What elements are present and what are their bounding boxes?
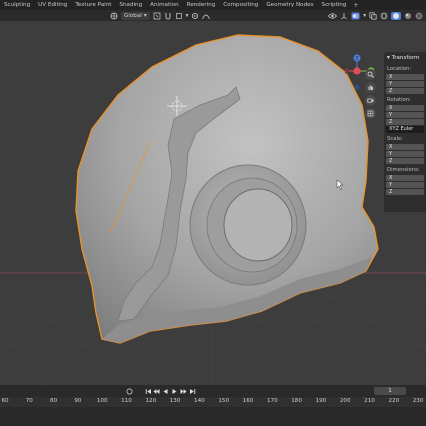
viewport-gizmos-icon[interactable] (340, 12, 348, 20)
tab-shading[interactable]: Shading (115, 0, 146, 10)
current-frame-field[interactable]: 1 (374, 387, 406, 395)
snap-icon[interactable] (164, 12, 172, 20)
dimensions-label: Dimensions: (387, 167, 420, 173)
frame-tick-label: 90 (74, 398, 82, 404)
overlays-icon[interactable] (351, 12, 360, 20)
3d-viewport[interactable]: Z Y ▾ Transform Location: X Y Z Rotation… (0, 21, 426, 385)
frame-tick-label: 70 (25, 398, 33, 404)
tab-compositing[interactable]: Compositing (219, 0, 262, 10)
shading-wireframe-icon[interactable] (380, 12, 388, 20)
chevron-down-icon: ▾ (143, 12, 147, 19)
frame-tick-label: 210 (364, 398, 375, 404)
xray-icon[interactable] (369, 11, 377, 20)
scale-label: Scale: (387, 136, 404, 142)
frame-tick-label: 80 (50, 398, 58, 404)
jump-keyframe-back-icon[interactable] (153, 387, 160, 395)
zoom-icon[interactable] (365, 69, 376, 80)
scale-x-field[interactable]: X (386, 144, 424, 150)
jump-keyframe-forward-icon[interactable] (180, 387, 187, 395)
rotation-y-field[interactable]: Y (386, 112, 424, 118)
snap-target-icon[interactable] (175, 12, 183, 20)
camera-view-icon[interactable] (365, 95, 376, 106)
chevron-down-icon[interactable]: ▾ (363, 12, 366, 20)
jump-start-icon[interactable] (145, 387, 152, 395)
helmet-mesh (75, 34, 379, 344)
play-reverse-icon[interactable] (162, 387, 169, 395)
z-axis-label: Z (355, 56, 358, 62)
timeline-editor: 1 60 70 80 90 100 110 120 130 140 150 160 170 180 190… (0, 385, 426, 426)
shading-rendered-icon[interactable] (415, 12, 423, 20)
frame-tick-label: 120 (145, 398, 157, 404)
frame-tick-label: 180 (291, 398, 302, 404)
side-disc-inner (223, 188, 293, 262)
workspace-tab-bar: Sculpting UV Editing Texture Paint Shadi… (0, 0, 426, 10)
frame-tick-label: 200 (339, 398, 351, 404)
perspective-grid-icon[interactable] (365, 108, 376, 119)
frame-tick-label: 130 (169, 398, 181, 404)
transform-sidebar: ▾ Transform Location: X Y Z Rotation: X … (384, 52, 426, 212)
record-icon[interactable] (126, 387, 133, 395)
shading-material-icon[interactable] (404, 12, 412, 20)
location-z-field[interactable]: Z (386, 88, 424, 94)
add-workspace-button[interactable]: + (350, 2, 361, 9)
frame-tick-label: 220 (388, 398, 400, 404)
transform-title: Transform (391, 55, 420, 61)
dimensions-y-field[interactable]: Y (386, 182, 424, 188)
proportional-edit-icon[interactable] (191, 12, 199, 20)
jump-end-icon[interactable] (189, 387, 196, 395)
dimensions-x-field[interactable]: X (386, 175, 424, 181)
negative-z-axis-icon (354, 84, 360, 90)
rotation-z-field[interactable]: Z (386, 119, 424, 125)
tab-sculpting[interactable]: Sculpting (0, 0, 34, 10)
frame-tick-label: 110 (121, 398, 132, 404)
pan-hand-icon[interactable] (365, 82, 376, 93)
frame-tick-label: 230 (412, 398, 424, 404)
frame-ruler[interactable]: 60 70 80 90 100 110 120 130 140 150 160 170 180 190 20… (0, 398, 426, 406)
chevron-down-icon: ▾ (387, 55, 390, 61)
tab-uv-editing[interactable]: UV Editing (34, 0, 71, 10)
frame-tick-label: 100 (96, 398, 108, 404)
transform-orientation-dropdown[interactable]: Global ▾ (121, 11, 150, 20)
frame-tick-label: 170 (266, 398, 278, 404)
playback-controls: 1 (0, 385, 426, 397)
frame-tick-label: 150 (218, 398, 230, 404)
location-y-field[interactable]: Y (386, 81, 424, 87)
pivot-point-icon[interactable] (153, 12, 161, 20)
scale-z-field[interactable]: Z (386, 158, 424, 164)
scale-y-field[interactable]: Y (386, 151, 424, 157)
viewport-header: Global ▾ ▾ ▾ (0, 10, 426, 21)
tab-scripting[interactable]: Scripting (318, 0, 351, 10)
dimensions-z-field[interactable]: Z (386, 189, 424, 195)
frame-tick-label: 190 (315, 398, 327, 404)
frame-tick-label: 60 (1, 398, 9, 404)
timeline-scrub-area[interactable] (0, 407, 426, 426)
frame-tick-label: 140 (194, 398, 205, 404)
negative-x-axis-icon (343, 68, 350, 74)
location-label: Location: (387, 66, 412, 72)
tab-animation[interactable]: Animation (146, 0, 183, 10)
rotation-x-field[interactable]: X (386, 105, 424, 111)
tab-rendering[interactable]: Rendering (183, 0, 220, 10)
falloff-icon[interactable] (202, 12, 211, 20)
location-x-field[interactable]: X (386, 74, 424, 80)
tab-texture-paint[interactable]: Texture Paint (71, 0, 115, 10)
chevron-down-icon[interactable]: ▾ (186, 12, 189, 20)
transform-panel-header[interactable]: ▾ Transform (384, 52, 426, 64)
orientation-icon[interactable] (110, 12, 118, 20)
play-icon[interactable] (171, 387, 178, 395)
shading-solid-icon[interactable] (391, 11, 401, 20)
tab-geometry-nodes[interactable]: Geometry Nodes (262, 0, 317, 10)
transform-orientation-label: Global (124, 12, 142, 19)
visibility-icon[interactable] (328, 12, 338, 20)
x-axis-icon (353, 67, 361, 75)
rotation-mode-dropdown[interactable]: XYZ Euler (386, 126, 424, 133)
frame-tick-label: 160 (242, 398, 254, 404)
rotation-label: Rotation: (387, 97, 411, 103)
